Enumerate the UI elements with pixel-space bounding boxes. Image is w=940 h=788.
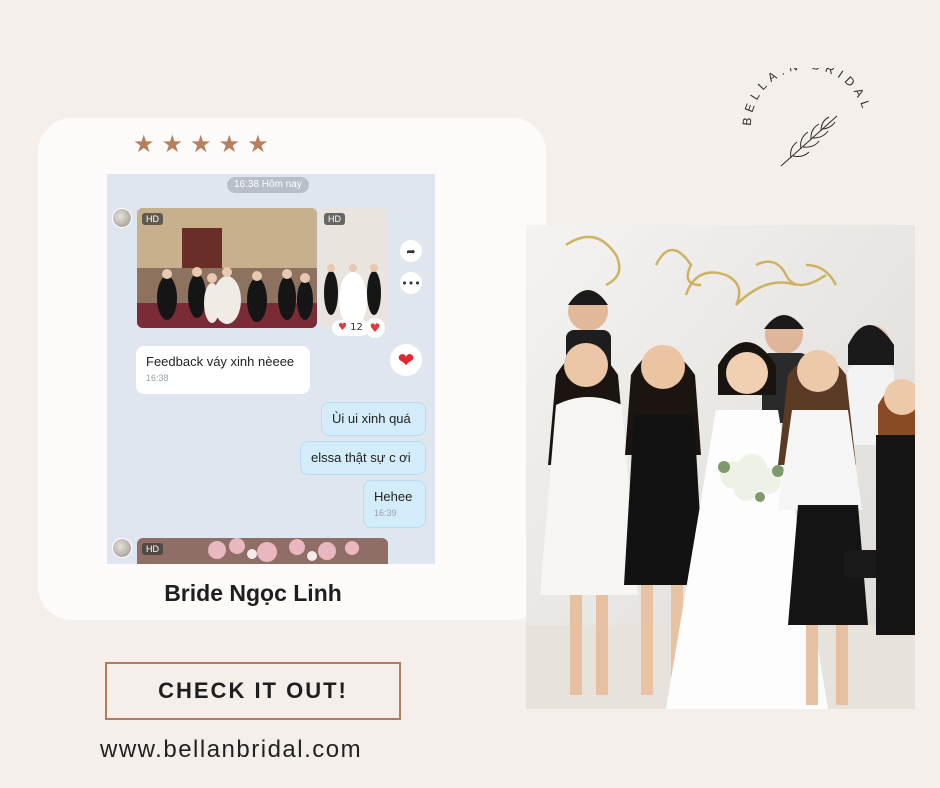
message-text: Hehee (374, 489, 413, 504)
chat-photo-group[interactable]: HD (137, 208, 317, 328)
star-icon: ★ (161, 130, 184, 158)
reaction-count-badge[interactable]: ♥ 12 (332, 320, 369, 336)
leaf-icon (780, 115, 838, 167)
svg-text:BELLA.N BRIDAL: BELLA.N BRIDAL (740, 68, 875, 126)
share-icon[interactable]: ➦ (400, 240, 422, 262)
testimonial-caption: Bride Ngọc Linh (164, 580, 342, 606)
avatar (112, 208, 132, 228)
hd-badge: HD (142, 213, 163, 225)
chat-photo-flowers[interactable]: HD (137, 538, 388, 564)
message-bubble: elssa thật sự c ơi (300, 441, 426, 475)
message-bubble: Feedback váy xinh nèeee 16:38 (136, 346, 310, 394)
heart-react-icon[interactable]: ❤ (390, 344, 422, 376)
wedding-group-photo (526, 225, 915, 709)
star-icon: ★ (218, 130, 241, 158)
more-options-icon[interactable]: ••• (400, 272, 422, 294)
message-text: Ùi ui xinh quá (332, 411, 411, 426)
heart-react-icon[interactable]: ♥ (365, 318, 385, 338)
star-rating: ★ ★ ★ ★ ★ (133, 132, 269, 156)
heart-icon: ♥ (338, 322, 347, 333)
hd-badge: HD (142, 543, 163, 555)
hd-badge: HD (324, 213, 345, 225)
brand-logo: BELLA.N BRIDAL (733, 58, 883, 198)
star-icon: ★ (247, 130, 269, 158)
reaction-count: 12 (350, 322, 363, 333)
star-icon: ★ (133, 130, 155, 158)
avatar (112, 538, 132, 558)
chat-photo-bride[interactable]: HD (319, 208, 388, 328)
message-text: elssa thật sự c ơi (311, 450, 411, 465)
message-time: 16:39 (374, 508, 397, 518)
logo-text: BELLA.N BRIDAL (740, 58, 870, 126)
chat-screenshot: 16:38 Hôm nay HD HD ♥ 12 ♥ ➦ ••• Feedbac… (107, 174, 435, 564)
message-time: 16:38 (146, 373, 169, 383)
website-link[interactable]: www.bellanbridal.com (100, 736, 362, 764)
chat-time-header: 16:38 Hôm nay (227, 177, 309, 193)
message-text: Feedback váy xinh nèeee (146, 354, 295, 369)
message-bubble: Ùi ui xinh quá (321, 402, 426, 436)
check-it-out-button[interactable]: CHECK IT OUT! (105, 662, 401, 720)
star-icon: ★ (190, 130, 212, 158)
message-bubble: Hehee 16:39 (363, 480, 426, 528)
